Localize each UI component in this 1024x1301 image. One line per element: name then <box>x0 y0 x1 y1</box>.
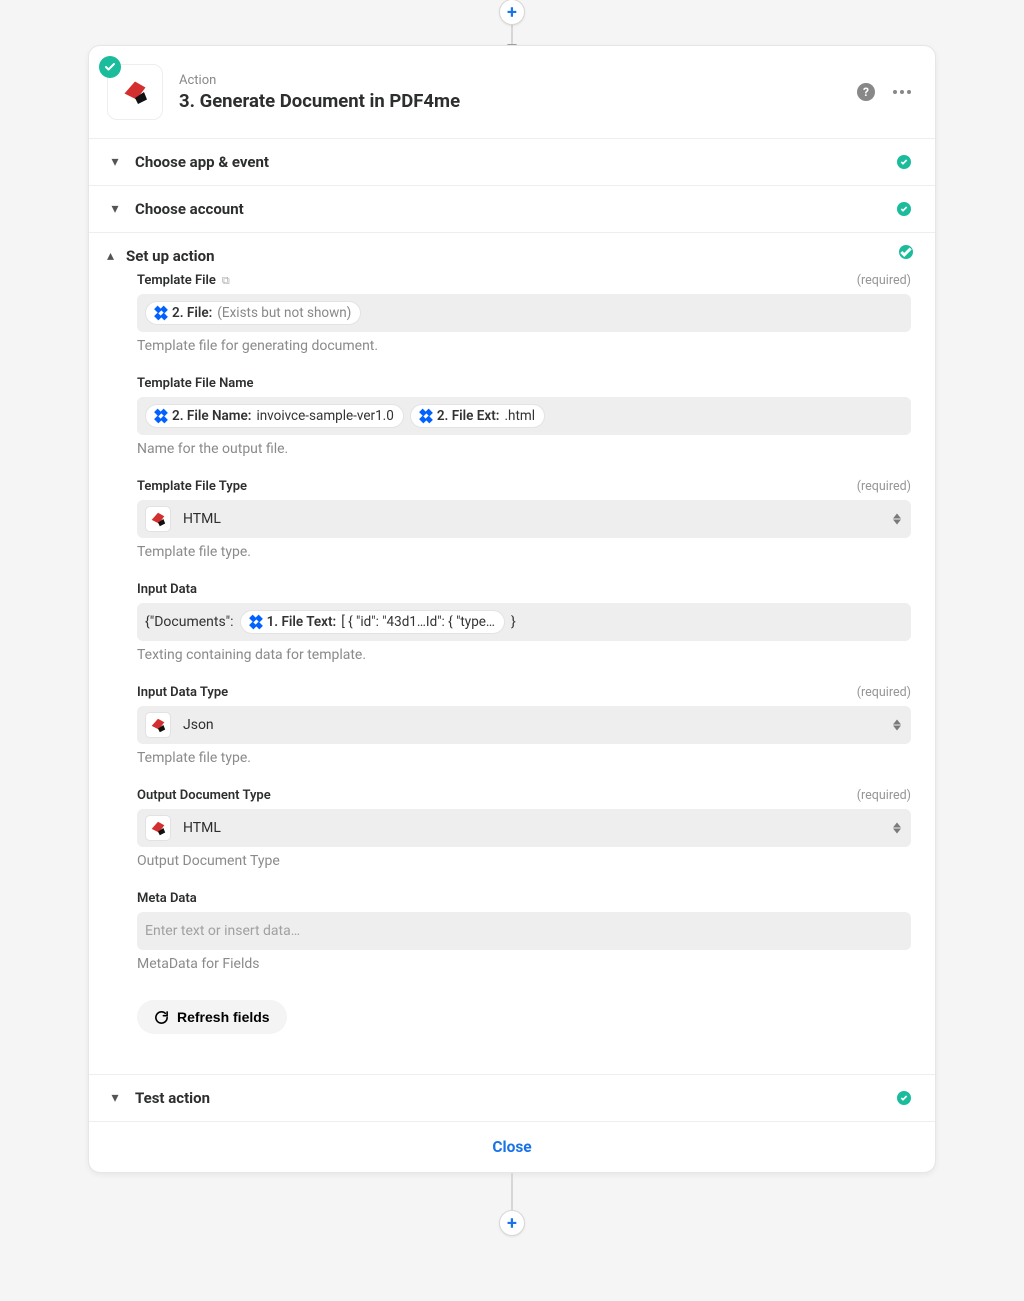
section-choose-app-event[interactable]: ▾ Choose app & event <box>89 138 935 185</box>
dropbox-icon <box>155 410 167 422</box>
input-data-input[interactable]: {"Documents": 1. File Text: [ { "id": "4… <box>137 603 911 641</box>
chevron-down-icon: ▾ <box>107 154 123 170</box>
status-complete-icon <box>897 1091 911 1105</box>
meta-data-input[interactable]: Enter text or insert data… <box>137 912 911 950</box>
field-label: Template File <box>137 273 216 288</box>
template-file-input[interactable]: 2. File: (Exists but not shown) <box>137 294 911 332</box>
dropbox-icon <box>155 307 167 319</box>
select-caret-icon <box>893 514 901 525</box>
app-icon-pdf4me <box>145 712 171 738</box>
section-test-action[interactable]: ▾ Test action <box>89 1074 935 1121</box>
field-input-data: Input Data {"Documents": 1. File Text: [… <box>137 582 911 663</box>
select-value: HTML <box>183 511 221 527</box>
app-icon-pdf4me <box>145 815 171 841</box>
mapped-field-pill[interactable]: 2. File: (Exists but not shown) <box>145 301 361 325</box>
raw-text-segment: {"Documents": <box>145 614 234 630</box>
field-help: Template file type. <box>137 544 911 560</box>
field-label: Output Document Type <box>137 788 271 803</box>
step-type-label: Action <box>179 73 460 88</box>
select-caret-icon <box>893 720 901 731</box>
step-complete-badge <box>99 56 121 78</box>
help-icon[interactable]: ? <box>857 83 875 101</box>
input-data-type-select[interactable]: Json <box>137 706 911 744</box>
select-value: HTML <box>183 820 221 836</box>
step-title: 3. Generate Document in PDF4me <box>179 90 460 112</box>
select-value: Json <box>183 717 214 733</box>
status-complete-icon <box>897 202 911 216</box>
section-label: Test action <box>135 1089 210 1107</box>
field-template-file-type: Template File Type (required) HTML Templ… <box>137 479 911 560</box>
status-complete-icon <box>897 155 911 169</box>
dropbox-icon <box>420 410 432 422</box>
refresh-icon <box>154 1010 169 1025</box>
more-menu-button[interactable] <box>893 90 911 94</box>
action-step-card: Action 3. Generate Document in PDF4me ? … <box>88 45 936 1173</box>
field-help: Name for the output file. <box>137 441 911 457</box>
field-template-file-name: Template File Name 2. File Name: invoivc… <box>137 376 911 457</box>
card-header: Action 3. Generate Document in PDF4me ? <box>89 46 935 138</box>
close-button[interactable]: Close <box>492 1138 531 1156</box>
field-help: Output Document Type <box>137 853 911 869</box>
copy-icon[interactable]: ⧉ <box>222 274 230 288</box>
card-footer: Close <box>89 1121 935 1172</box>
placeholder-text: Enter text or insert data… <box>145 923 300 939</box>
field-label: Meta Data <box>137 891 197 906</box>
field-help: Texting containing data for template. <box>137 647 911 663</box>
mapped-field-pill[interactable]: 2. File Ext: .html <box>410 404 545 428</box>
template-file-name-input[interactable]: 2. File Name: invoivce-sample-ver1.0 2. … <box>137 397 911 435</box>
status-complete-icon <box>899 245 913 259</box>
required-label: (required) <box>857 273 911 288</box>
output-document-type-select[interactable]: HTML <box>137 809 911 847</box>
chevron-down-icon: ▾ <box>107 1090 123 1106</box>
section-setup-action-header[interactable]: ▴ Set up action <box>107 247 215 265</box>
field-label: Template File Type <box>137 479 247 494</box>
required-label: (required) <box>857 479 911 494</box>
required-label: (required) <box>857 788 911 803</box>
add-step-after-button[interactable]: + <box>499 1210 525 1236</box>
field-template-file: Template File ⧉ (required) 2. File: (Exi… <box>137 273 911 354</box>
section-label: Set up action <box>126 247 214 265</box>
chevron-down-icon: ▾ <box>107 201 123 217</box>
mapped-field-pill[interactable]: 1. File Text: [ { "id": "43d1…Id": { "ty… <box>240 610 505 634</box>
field-meta-data: Meta Data Enter text or insert data… Met… <box>137 891 911 972</box>
section-label: Choose app & event <box>135 153 269 171</box>
field-help: MetaData for Fields <box>137 956 911 972</box>
field-label: Input Data <box>137 582 197 597</box>
field-input-data-type: Input Data Type (required) Json Template… <box>137 685 911 766</box>
field-help: Template file type. <box>137 750 911 766</box>
section-setup-action-body: ▴ Set up action Template File ⧉ (require… <box>89 232 935 1074</box>
field-help: Template file for generating document. <box>137 338 911 354</box>
section-label: Choose account <box>135 200 244 218</box>
app-icon-pdf4me <box>145 506 171 532</box>
chevron-up-icon: ▴ <box>107 248 114 264</box>
raw-text-segment: } <box>511 614 516 630</box>
template-file-type-select[interactable]: HTML <box>137 500 911 538</box>
field-label: Input Data Type <box>137 685 228 700</box>
required-label: (required) <box>857 685 911 700</box>
dropbox-icon <box>250 616 262 628</box>
field-output-document-type: Output Document Type (required) HTML Out… <box>137 788 911 869</box>
field-label: Template File Name <box>137 376 254 391</box>
mapped-field-pill[interactable]: 2. File Name: invoivce-sample-ver1.0 <box>145 404 404 428</box>
refresh-fields-button[interactable]: Refresh fields <box>137 1000 287 1034</box>
select-caret-icon <box>893 823 901 834</box>
add-step-before-button[interactable]: + <box>499 0 525 25</box>
section-choose-account[interactable]: ▾ Choose account <box>89 185 935 232</box>
